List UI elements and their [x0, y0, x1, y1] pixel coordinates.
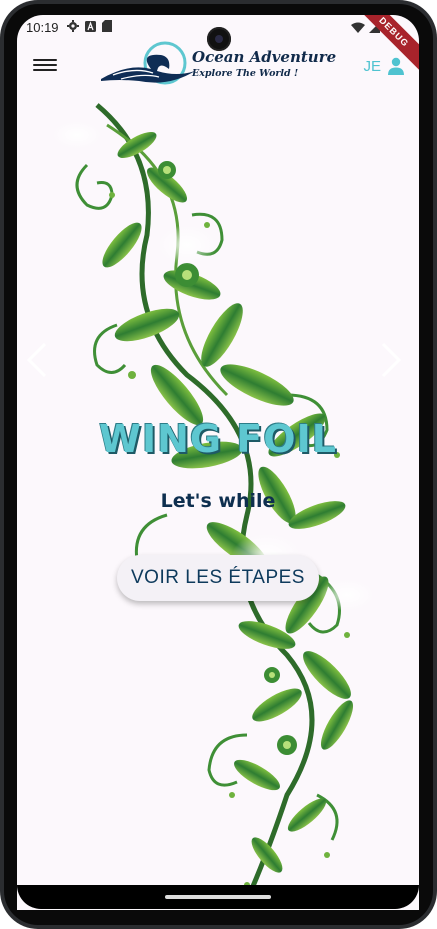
person-icon [388, 57, 404, 75]
status-time: 10:19 [26, 20, 59, 35]
logo-subtitle: Explore The World ! [192, 68, 299, 79]
carousel-next-button[interactable] [369, 340, 409, 380]
hero-carousel: WING FOIL Let's while VOIR LES ÉTAPES [17, 95, 419, 900]
a-icon [85, 20, 96, 32]
navigation-bar [17, 885, 419, 909]
wave-logo-icon [101, 41, 195, 85]
menu-icon [33, 59, 57, 61]
brand-logo[interactable]: Ocean Adventure Explore The World ! [99, 41, 336, 89]
app-bar: Ocean Adventure Explore The World ! JE [17, 41, 419, 95]
hero-title: WING FOIL [99, 417, 337, 461]
hero-subtitle: Let's while [160, 490, 276, 512]
sd-card-icon [102, 20, 112, 32]
view-steps-button[interactable]: VOIR LES ÉTAPES [117, 555, 319, 601]
home-gesture-handle[interactable] [165, 895, 271, 899]
logo-title: Ocean Adventure [192, 48, 337, 66]
menu-button[interactable] [33, 56, 57, 76]
user-initials: JE [363, 57, 381, 75]
user-account-button[interactable]: JE [363, 57, 405, 75]
wifi-icon [351, 22, 365, 33]
carousel-prev-button[interactable] [19, 340, 59, 380]
app-screen: 10:19 DEBUG Ocean Adventure Explore The … [17, 15, 419, 910]
gear-icon [67, 20, 79, 32]
status-bar: 10:19 DEBUG [17, 15, 419, 78]
